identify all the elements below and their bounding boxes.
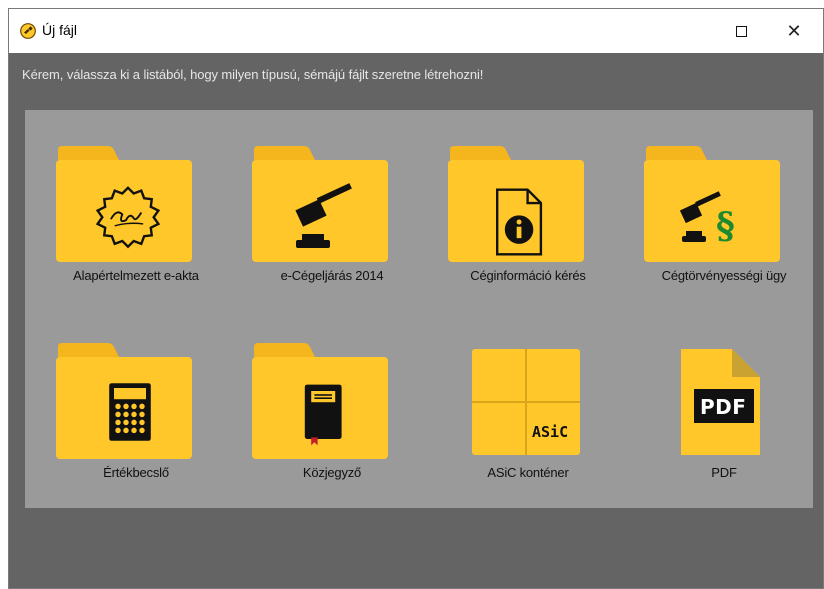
app-icon: [20, 23, 36, 39]
tile-kozjegyzo[interactable]: Közjegyző: [252, 341, 412, 491]
new-file-dialog: Új fájl ✕ Kérem, válassza ki a listából,…: [8, 8, 824, 589]
close-button[interactable]: ✕: [777, 19, 811, 43]
gavel-paragraph-icon: §: [679, 191, 735, 247]
tile-asic-kontener[interactable]: ASiC ASiC konténer: [448, 341, 608, 491]
instruction-text: Kérem, válassza ki a listából, hogy mily…: [22, 67, 484, 82]
maximize-button[interactable]: [726, 19, 756, 43]
info-document-icon: [496, 188, 543, 256]
tile-label: ASiC konténer: [487, 465, 569, 480]
tile-ceginformacio-keres[interactable]: Céginformáció kérés: [448, 144, 608, 294]
seal-signature-icon: [95, 186, 161, 249]
calculator-icon: [109, 383, 151, 441]
asic-container-icon: [472, 349, 580, 455]
svg-text:§: §: [716, 205, 735, 247]
tile-pdf[interactable]: PDF PDF: [644, 341, 804, 491]
tile-e-cegeljaras-2014[interactable]: e-Cégeljárás 2014: [252, 144, 412, 294]
tile-cegtorvenyessegi-ugy[interactable]: § Cégtörvényességi ügy: [644, 144, 804, 294]
tile-label: Cégtörvényességi ügy: [661, 268, 787, 283]
window-title: Új fájl: [42, 22, 78, 38]
asic-badge: ASiC: [532, 423, 569, 441]
close-icon: ✕: [786, 20, 802, 41]
gavel-icon: [295, 183, 352, 248]
tile-label: e-Cégeljárás 2014: [280, 268, 384, 283]
maximize-icon: [735, 25, 747, 37]
title-bar: Új fájl ✕: [9, 9, 823, 53]
notebook-icon: [304, 384, 342, 446]
pdf-badge: PDF: [700, 395, 747, 419]
tile-label: Értékbecslő: [103, 465, 169, 480]
file-type-panel: Alapértelmezett e-akta e-Cégeljárás 2014: [25, 110, 813, 508]
tile-label: Közjegyző: [302, 465, 362, 480]
tile-default-e-akta[interactable]: Alapértelmezett e-akta: [56, 144, 216, 294]
tile-label: Céginformáció kérés: [470, 268, 586, 283]
tile-label: PDF: [711, 465, 737, 480]
tile-ertekbecslo[interactable]: Értékbecslő: [56, 341, 216, 491]
tile-label: Alapértelmezett e-akta: [73, 268, 199, 283]
